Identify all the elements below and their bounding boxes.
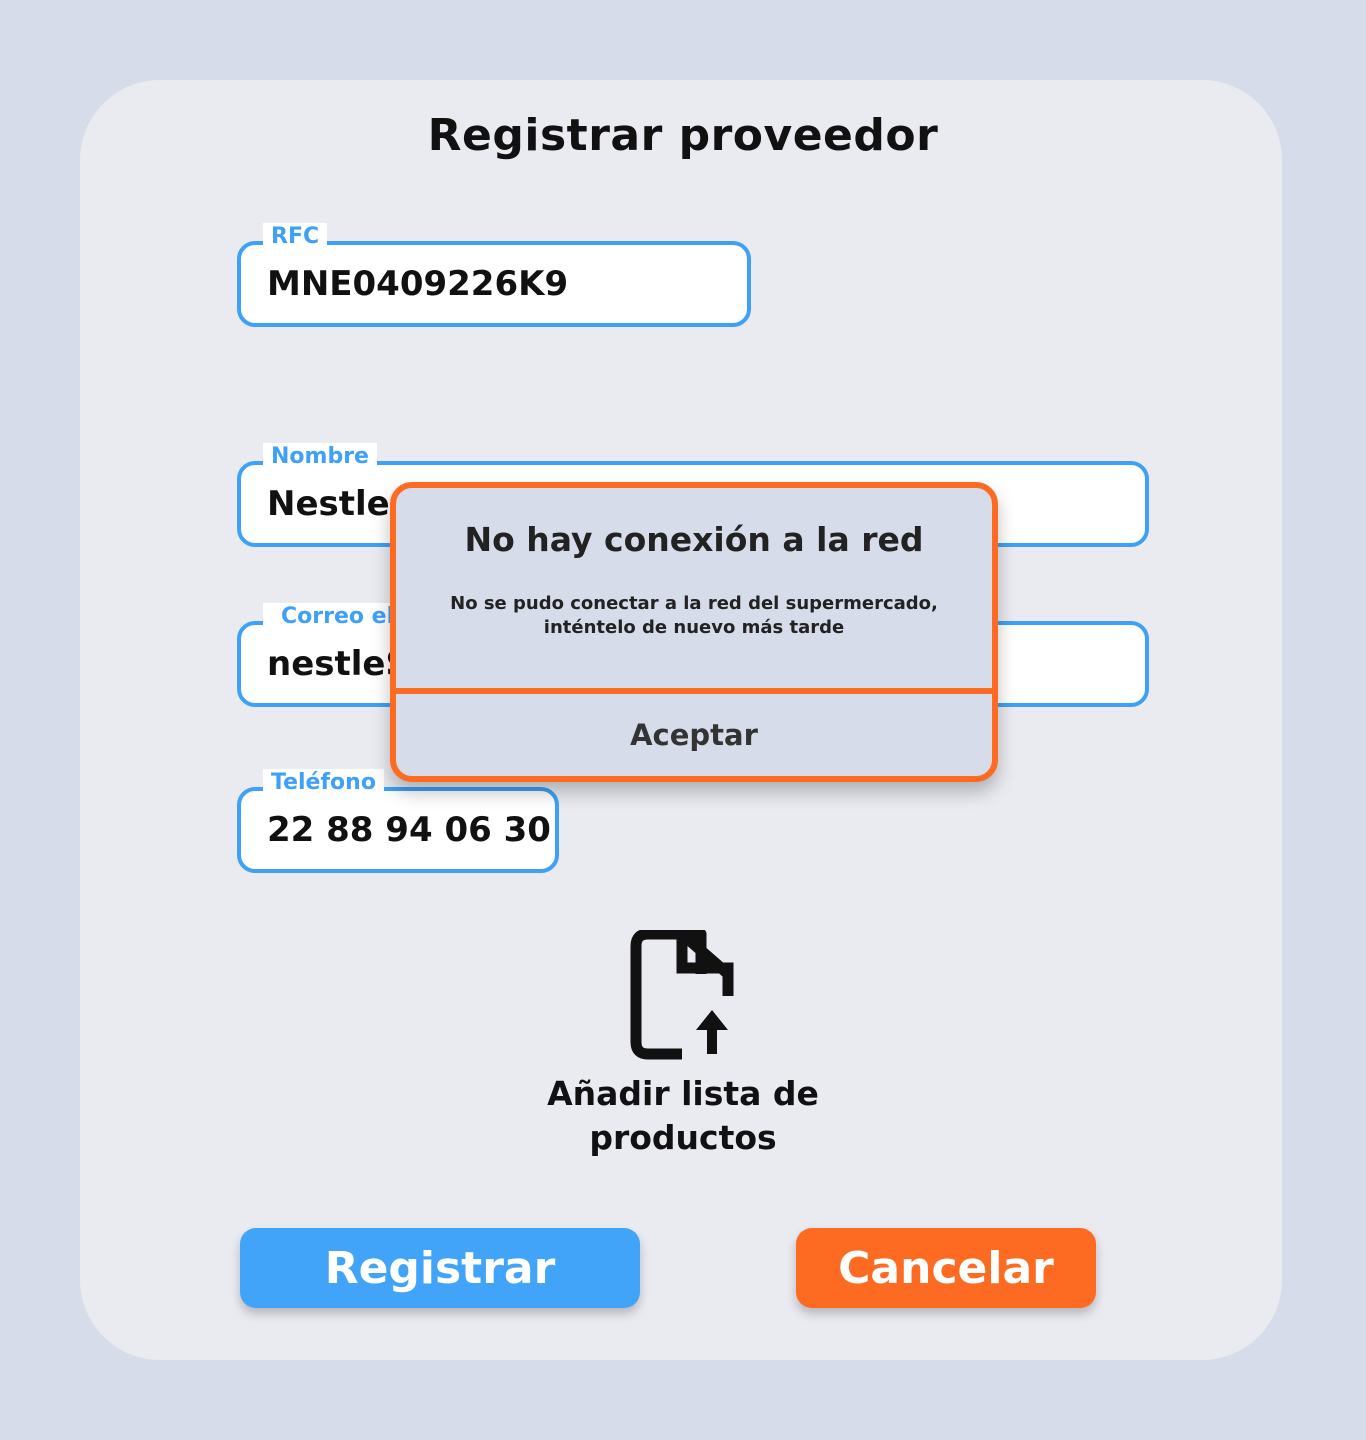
dialog-title: No hay conexión a la red — [464, 520, 924, 559]
network-error-dialog: No hay conexión a la red No se pudo cone… — [390, 482, 998, 782]
add-product-list-button[interactable]: Añadir lista de productos — [483, 930, 883, 1160]
register-button[interactable]: Registrar — [240, 1228, 640, 1308]
telefono-field[interactable]: Teléfono 22 88 94 06 30 — [237, 769, 559, 873]
add-product-list-label: Añadir lista de productos — [547, 1074, 819, 1157]
rfc-input[interactable]: MNE0409226K9 — [267, 245, 568, 323]
dialog-accept-button[interactable]: Aceptar — [396, 694, 992, 776]
page-title: Registrar proveedor — [427, 110, 939, 161]
correo-input[interactable]: nestleS — [267, 625, 410, 703]
cancel-button[interactable]: Cancelar — [796, 1228, 1096, 1308]
rfc-field[interactable]: RFC MNE0409226K9 — [237, 223, 751, 327]
dialog-message: No se pudo conectar a la red del superme… — [450, 593, 938, 638]
file-upload-icon — [630, 930, 734, 1060]
telefono-input[interactable]: 22 88 94 06 30 — [267, 791, 551, 869]
